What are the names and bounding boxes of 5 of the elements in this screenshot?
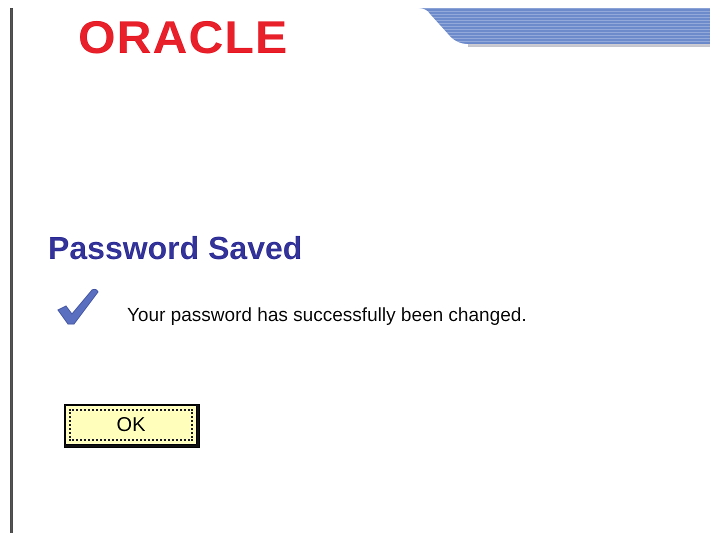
success-message: Your password has successfully been changed. xyxy=(127,306,527,325)
page-heading: Password Saved xyxy=(48,232,302,264)
ok-button[interactable]: OK xyxy=(64,404,200,448)
checkmark-icon xyxy=(56,286,100,326)
logo: ORACLE xyxy=(78,14,288,60)
